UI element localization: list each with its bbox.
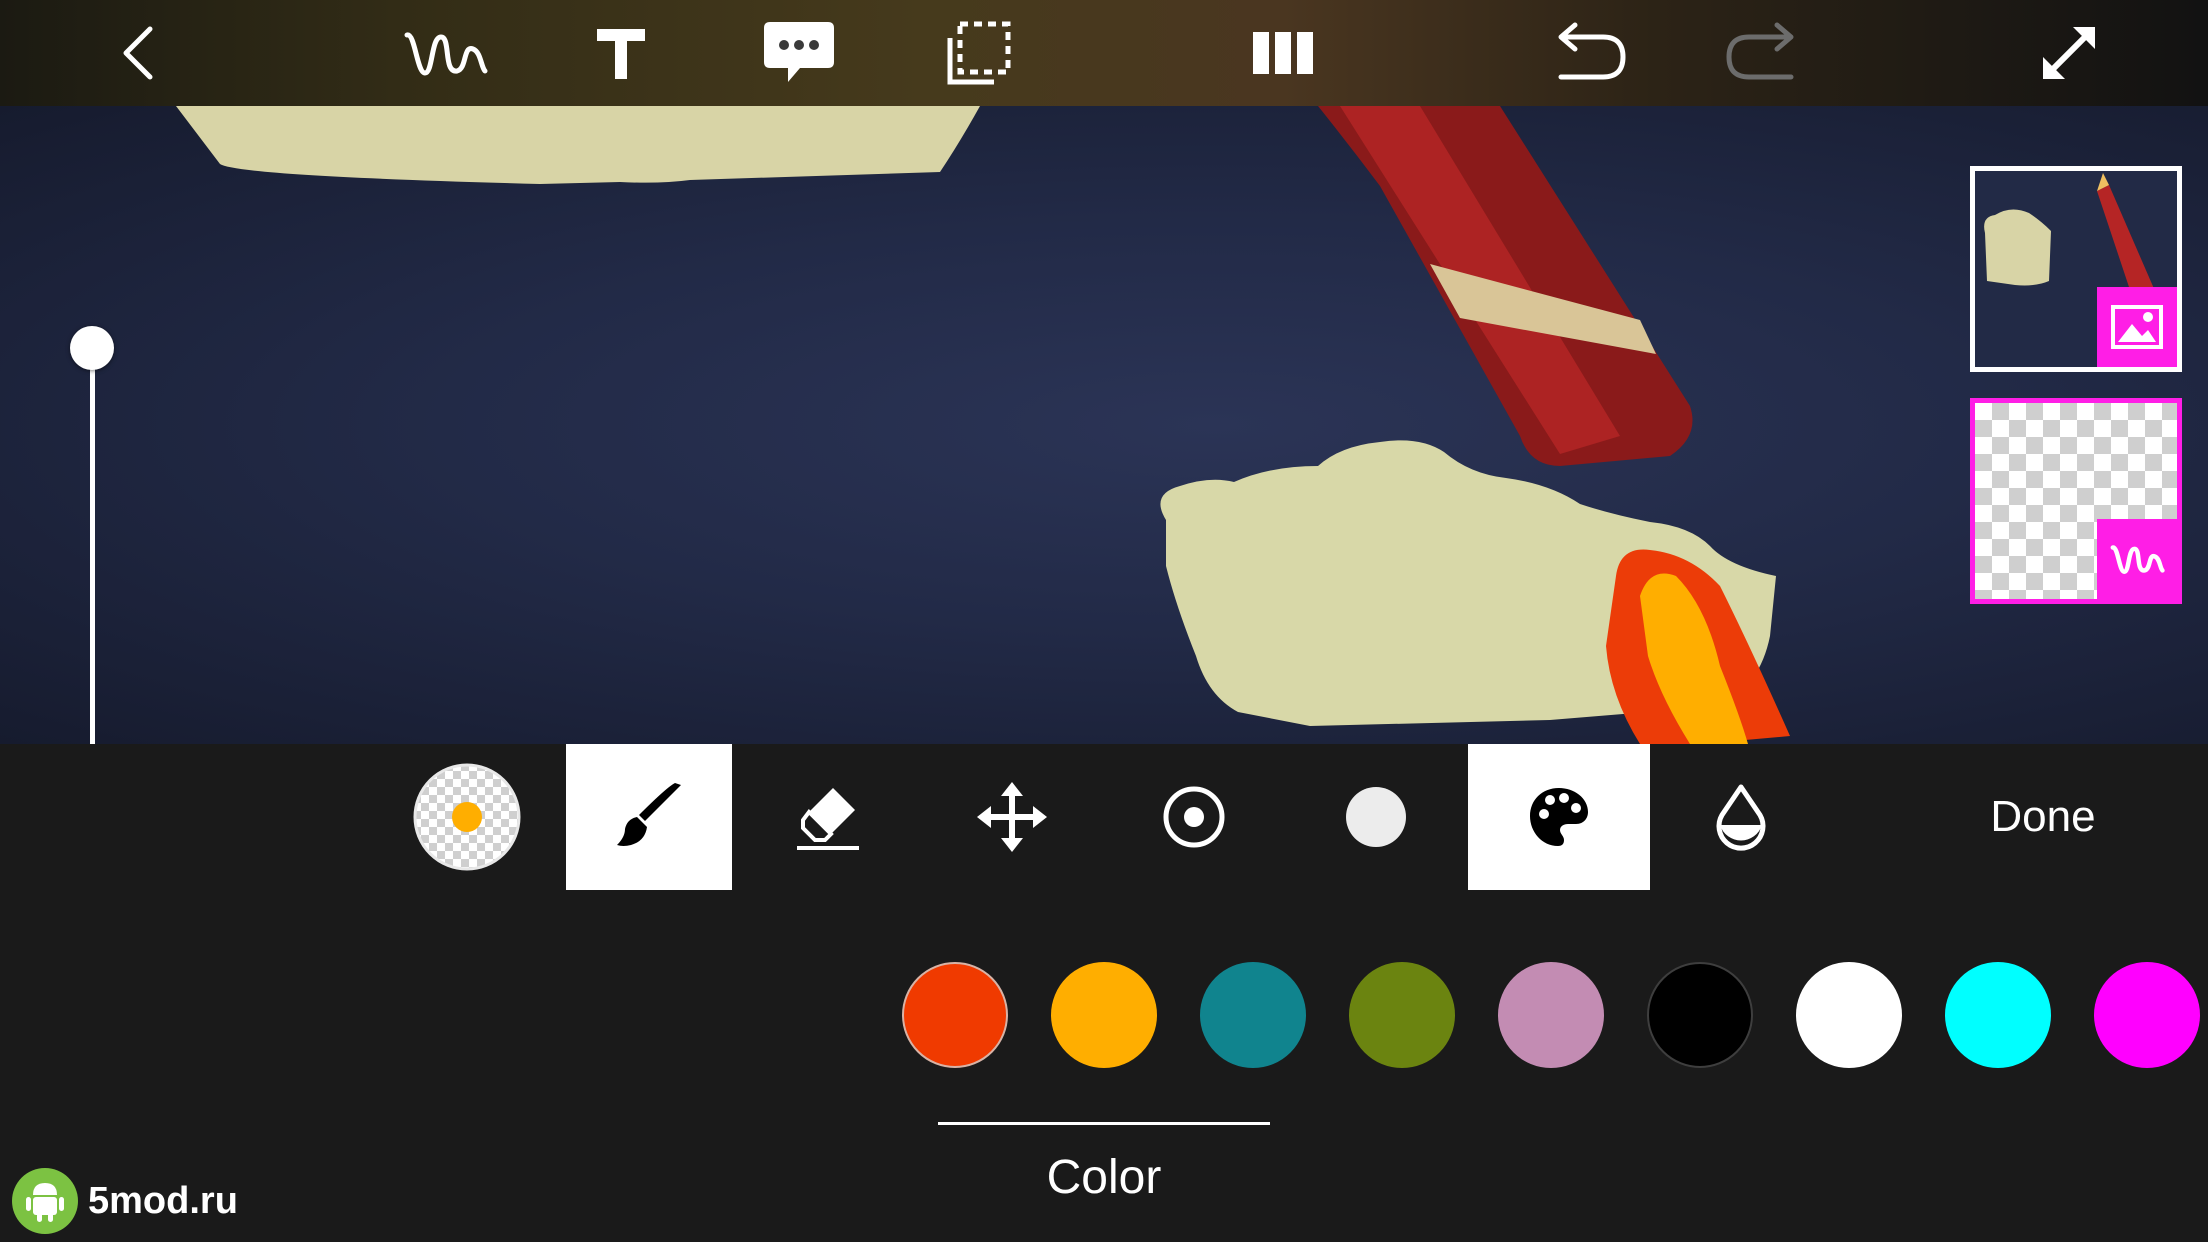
radial-icon[interactable] (1148, 744, 1240, 890)
top-toolbar (0, 0, 2208, 106)
color-swatch-mauve[interactable] (1498, 962, 1604, 1068)
brush-icon[interactable] (566, 744, 732, 890)
color-tab[interactable]: Color (938, 1150, 1270, 1205)
brush-size-slider-track[interactable] (90, 350, 95, 744)
layer-drawing-thumbnail[interactable] (1970, 398, 2182, 604)
background-photo (176, 106, 1790, 744)
color-tab-indicator (938, 1122, 1270, 1125)
done-button[interactable]: Done (1950, 744, 2136, 890)
drawing-canvas[interactable] (0, 106, 2208, 744)
draw-icon (2097, 519, 2177, 599)
speech-bubble-icon[interactable] (746, 0, 852, 106)
eraser-icon[interactable] (784, 744, 872, 890)
watermark: 5mod.ru (12, 1168, 238, 1234)
select-area-icon[interactable] (926, 0, 1032, 106)
brush-tool-row: Done (0, 744, 2208, 894)
watermark-text: 5mod.ru (88, 1179, 238, 1222)
frames-icon[interactable] (1230, 0, 1336, 106)
color-swatch-olive[interactable] (1349, 962, 1455, 1068)
color-swatch-magenta[interactable] (2094, 962, 2200, 1068)
undo-icon[interactable] (1534, 0, 1640, 106)
color-swatch-teal[interactable] (1200, 962, 1306, 1068)
color-swatch-red[interactable] (902, 962, 1008, 1068)
draw-icon[interactable] (392, 0, 498, 106)
palette-icon[interactable] (1468, 744, 1650, 890)
redo-icon[interactable] (1712, 0, 1818, 106)
color-swatch-white[interactable] (1796, 962, 1902, 1068)
color-swatch-cyan[interactable] (1945, 962, 2051, 1068)
brush-size-slider-knob[interactable] (70, 326, 114, 370)
current-color-dot (452, 802, 482, 832)
layer-image-thumbnail[interactable] (1970, 166, 2182, 372)
color-swatch-orange[interactable] (1051, 962, 1157, 1068)
opacity-drop-icon[interactable] (1696, 744, 1786, 890)
brush-size-icon[interactable] (1330, 744, 1422, 890)
android-icon (12, 1168, 78, 1234)
back-icon[interactable] (86, 0, 192, 106)
move-icon[interactable] (966, 744, 1058, 890)
color-swatch-black[interactable] (1647, 962, 1753, 1068)
text-icon[interactable] (568, 0, 674, 106)
current-brush-preview[interactable] (412, 744, 522, 890)
fullscreen-icon[interactable] (2016, 0, 2122, 106)
image-icon (2097, 287, 2177, 367)
